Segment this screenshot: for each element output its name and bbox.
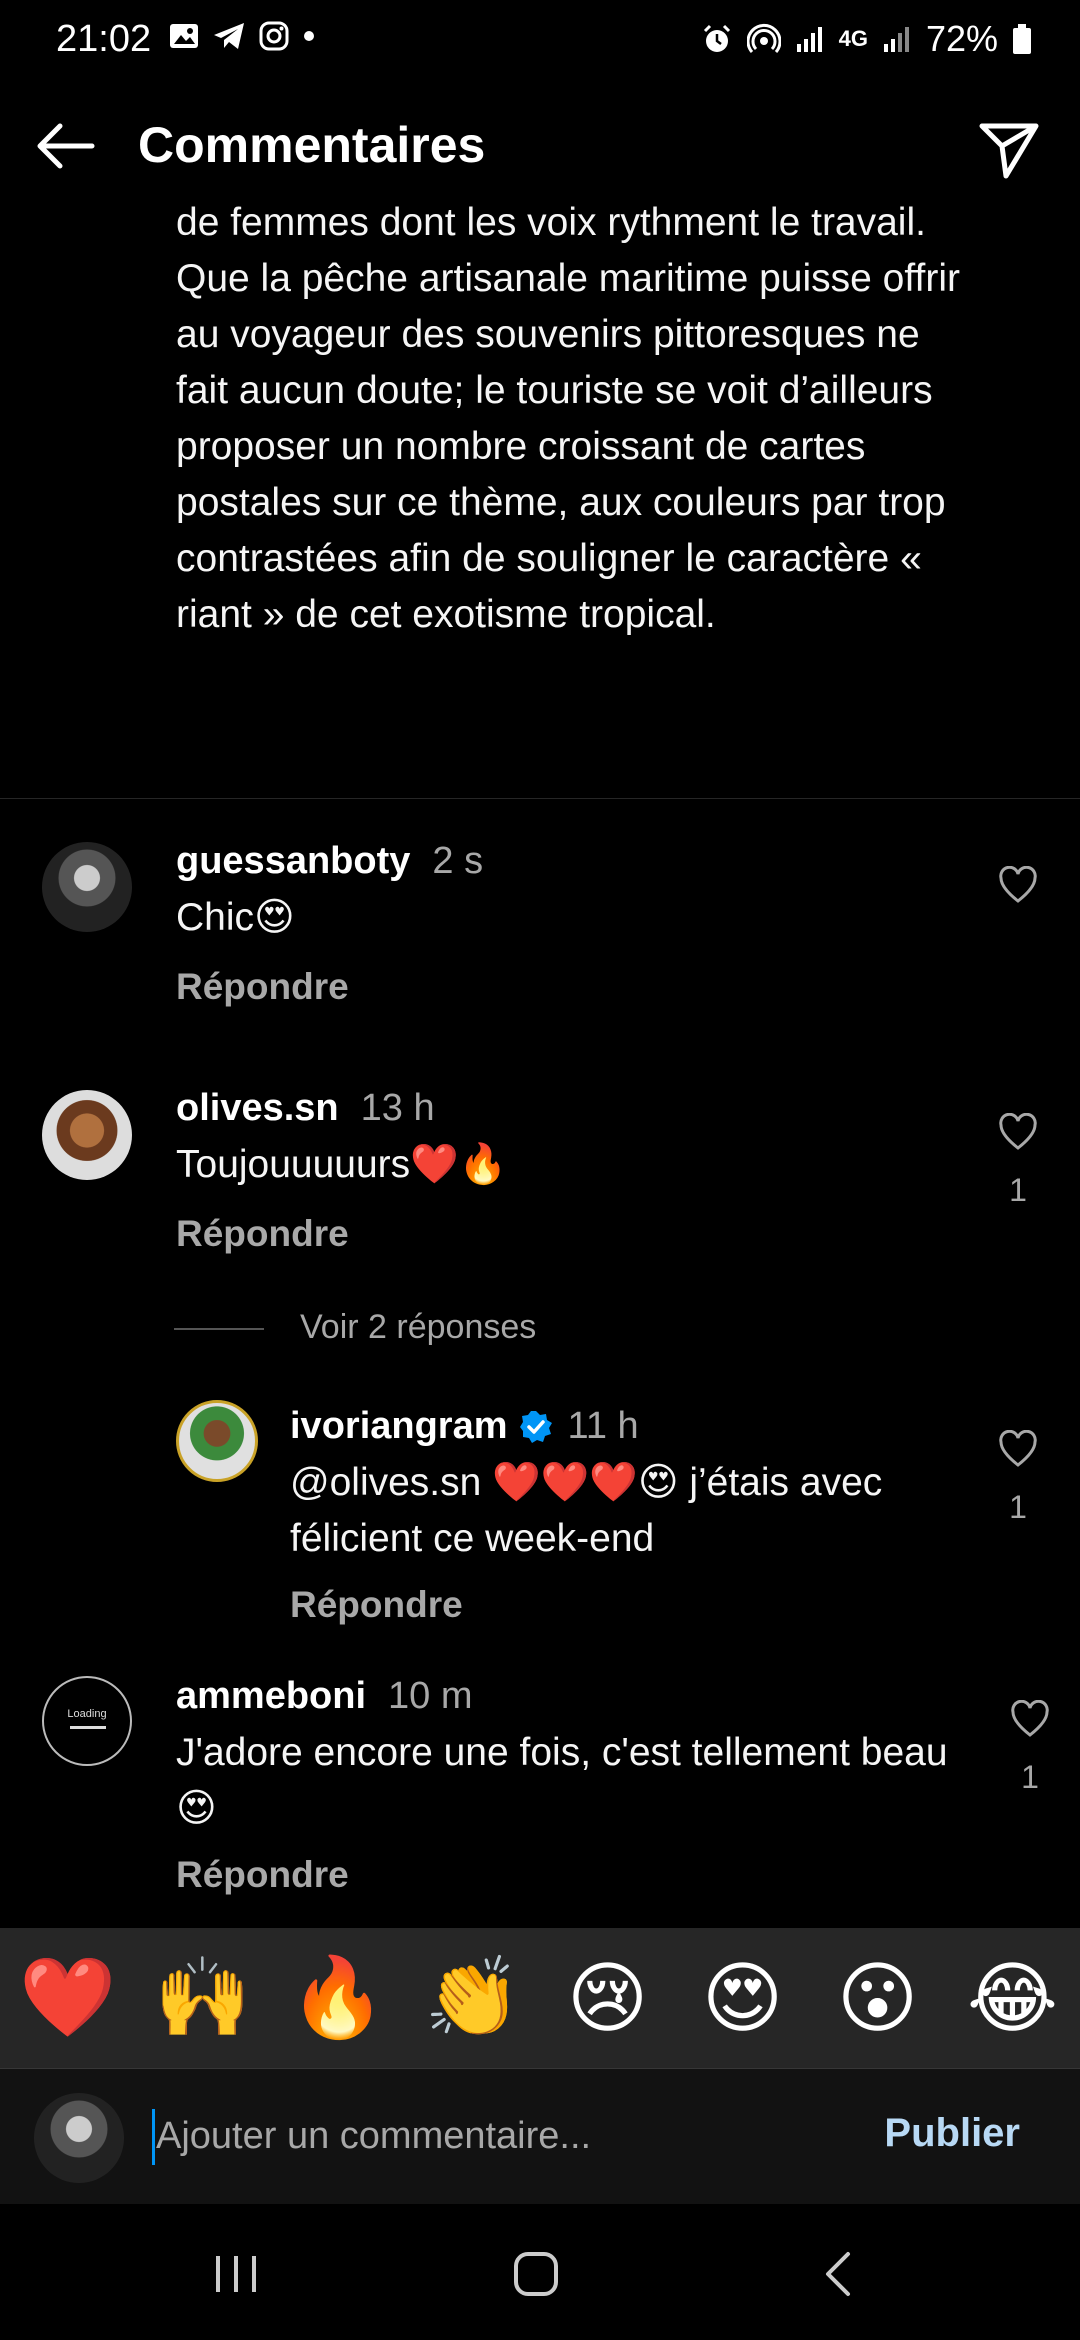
reaction-fire[interactable]: 🔥 — [283, 1952, 393, 2044]
reply-button[interactable]: Répondre — [176, 1854, 349, 1896]
like-count: 1 — [1009, 1489, 1027, 1525]
like-count: 1 — [1009, 1172, 1027, 1208]
status-time: 21:02 — [56, 18, 152, 60]
text-cursor — [152, 2109, 155, 2165]
signal-icon-2 — [883, 27, 909, 52]
comment-username[interactable]: ammeboni — [176, 1675, 366, 1717]
alarm-icon — [703, 24, 730, 52]
comment-composer: Publier — [0, 2068, 1080, 2205]
comment-time: 10 m — [388, 1675, 473, 1717]
avatar[interactable] — [176, 1400, 258, 1482]
avatar[interactable]: Loading — [42, 1676, 132, 1766]
current-user-avatar — [34, 2093, 124, 2183]
quick-reactions-bar: ❤️ 🙌 🔥 👏 😢 😍 😮 😂 — [0, 1928, 1080, 2068]
comment-header: ammeboni 10 m — [176, 1675, 473, 1718]
comment-time: 2 s — [432, 840, 484, 882]
comment-text: @olives.sn ❤️❤️❤️😍 j’étais avec félicien… — [290, 1461, 883, 1560]
hotspot-icon — [746, 23, 781, 53]
reaction-clap[interactable]: 👏 — [418, 1952, 528, 2044]
reply-button[interactable]: Répondre — [290, 1584, 463, 1626]
battery-icon — [1013, 24, 1031, 54]
divider — [0, 798, 1080, 799]
caption-text: Que la pêche artisanale maritime puisse … — [176, 257, 960, 636]
comment-username[interactable]: guessanboty — [176, 840, 410, 882]
comment-header: olives.sn 13 h — [176, 1087, 435, 1130]
page-title: Commentaires — [138, 117, 486, 173]
share-send-icon[interactable] — [974, 114, 1044, 184]
comment-header: guessanboty 2 s — [176, 840, 483, 883]
telegram-icon — [214, 23, 244, 49]
comment-time: 11 h — [567, 1405, 639, 1447]
publish-button[interactable]: Publier — [884, 2111, 1020, 2156]
comment-time: 13 h — [360, 1087, 435, 1129]
reaction-surprised[interactable]: 😮 — [823, 1953, 933, 2044]
gallery-icon — [170, 24, 198, 48]
reply-button[interactable]: Répondre — [176, 1213, 349, 1255]
network-type: 4G — [838, 26, 868, 51]
signal-icon — [796, 27, 822, 52]
reaction-laugh[interactable]: 😂 — [958, 1953, 1068, 2044]
comment-text: J'adore encore une fois, c'est tellement… — [176, 1731, 948, 1830]
home-icon[interactable] — [496, 2244, 576, 2304]
dot-icon — [304, 31, 314, 41]
reply-button[interactable]: Répondre — [176, 966, 349, 1008]
verified-badge-icon — [519, 1410, 552, 1443]
avatar[interactable] — [42, 842, 132, 932]
avatar-loading-bar — [70, 1726, 106, 1729]
top-bar: Commentaires — [0, 86, 1080, 206]
heart-icon[interactable] — [998, 1430, 1038, 1470]
reaction-raised-hands[interactable]: 🙌 — [148, 1952, 258, 2044]
heart-icon[interactable] — [998, 866, 1038, 906]
post-caption: de femmes dont les voix rythment le trav… — [176, 195, 976, 643]
notification-icons — [168, 20, 316, 52]
recent-apps-icon[interactable] — [196, 2244, 276, 2304]
system-icons: 4G 72% — [701, 18, 1032, 60]
heart-icon[interactable] — [1010, 1700, 1050, 1740]
comment-username[interactable]: ivoriangram — [290, 1405, 508, 1448]
instagram-icon — [259, 21, 289, 51]
comment-username[interactable]: olives.sn — [176, 1087, 339, 1129]
status-bar: 21:02 4G 72% — [0, 0, 1080, 86]
reaction-sad[interactable]: 😢 — [553, 1953, 663, 2044]
view-replies-line — [174, 1328, 264, 1330]
avatar-loading-text: Loading — [67, 1708, 107, 1720]
battery-percent: 72% — [925, 18, 998, 59]
comment-input[interactable] — [150, 2105, 858, 2167]
comment-text: Toujouuuuurs❤️🔥 — [176, 1143, 508, 1186]
reaction-heart[interactable]: ❤️ — [13, 1952, 123, 2044]
heart-icon[interactable] — [998, 1113, 1038, 1153]
reaction-heart-eyes[interactable]: 😍 — [688, 1953, 798, 2044]
system-nav-bar — [0, 2204, 1080, 2340]
view-replies-button[interactable]: Voir 2 réponses — [300, 1308, 536, 1347]
comment-text: Chic😍 — [176, 896, 295, 939]
avatar[interactable] — [42, 1090, 132, 1180]
back-nav-icon[interactable] — [800, 2244, 880, 2304]
back-arrow-icon[interactable] — [30, 116, 100, 176]
like-count: 1 — [1021, 1759, 1039, 1795]
comment-header: ivoriangram 11 h — [290, 1405, 639, 1448]
